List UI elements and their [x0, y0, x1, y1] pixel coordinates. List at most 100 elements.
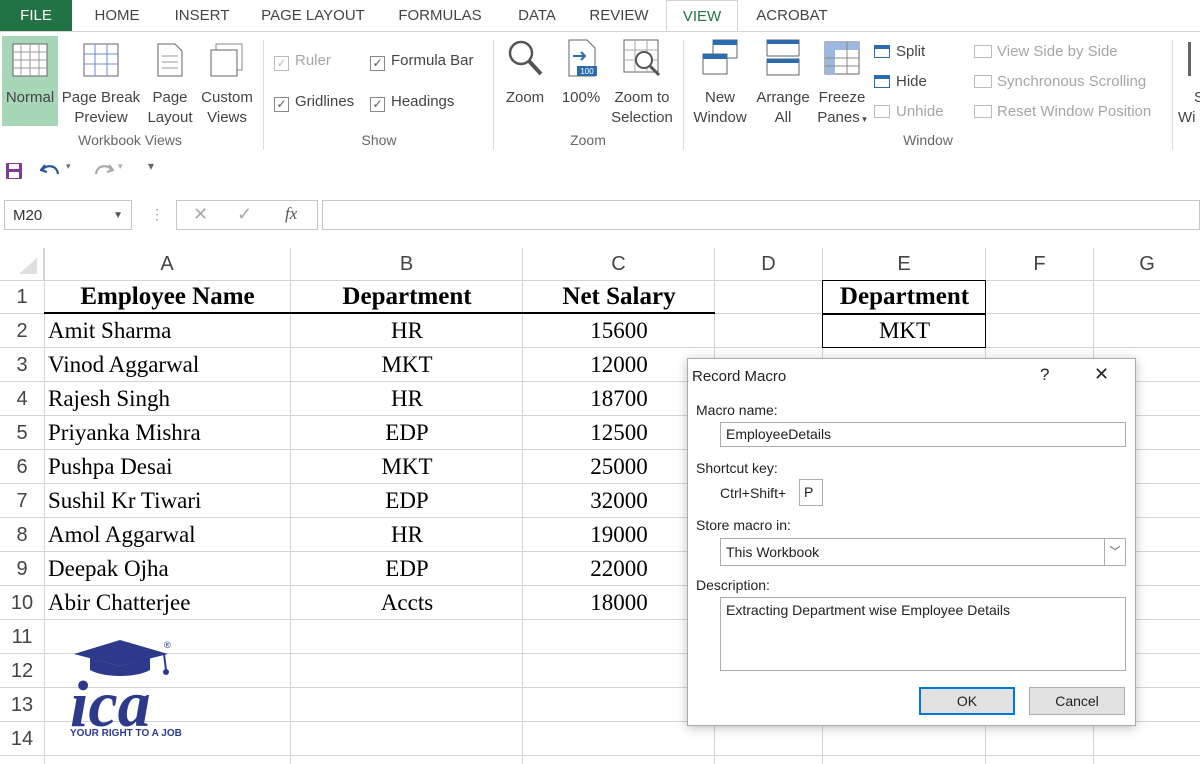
table-cell[interactable]: Amit Sharma — [48, 314, 288, 348]
help-icon[interactable]: ? — [1040, 365, 1049, 385]
table-header-cell[interactable]: Employee Name — [44, 280, 291, 314]
svg-text:ica: ica — [70, 668, 151, 732]
zoom-button[interactable]: Zoom — [500, 36, 550, 108]
page-layout-view-button[interactable]: Page Layout — [146, 36, 194, 128]
formula-input[interactable] — [322, 200, 1200, 230]
table-cell[interactable]: MKT — [291, 348, 523, 382]
row-header[interactable]: 3 — [0, 348, 44, 382]
criteria-value-cell[interactable]: MKT — [823, 314, 986, 348]
table-header-cell[interactable]: Net Salary — [523, 280, 715, 314]
tab-data[interactable]: DATA — [506, 0, 568, 32]
column-header-a[interactable]: A — [44, 248, 291, 280]
table-cell[interactable]: Sushil Kr Tiwari — [48, 484, 288, 518]
row-header[interactable]: 4 — [0, 382, 44, 416]
split-button[interactable]: Split — [874, 42, 925, 62]
tab-insert[interactable]: INSERT — [166, 0, 238, 32]
undo-dropdown-chevron-icon[interactable]: ▾ — [66, 161, 71, 172]
table-cell[interactable]: Vinod Aggarwal — [48, 348, 288, 382]
tab-page-layout[interactable]: PAGE LAYOUT — [252, 0, 374, 32]
enter-icon[interactable]: ✓ — [237, 204, 252, 225]
cancel-icon[interactable]: ✕ — [193, 204, 208, 225]
table-cell[interactable]: HR — [291, 314, 523, 348]
tab-formulas[interactable]: FORMULAS — [388, 0, 492, 32]
table-cell[interactable]: Rajesh Singh — [48, 382, 288, 416]
new-window-label-2: Window — [693, 109, 747, 126]
undo-icon[interactable] — [40, 161, 62, 181]
tab-review[interactable]: REVIEW — [582, 0, 656, 32]
freeze-panes-button[interactable]: Freeze Panes ▾ — [816, 36, 868, 129]
close-icon[interactable]: ✕ — [1094, 364, 1109, 385]
switch-windows-button[interactable]: S Wi — [1178, 36, 1200, 128]
tab-acrobat[interactable]: ACROBAT — [746, 0, 838, 32]
tab-home[interactable]: HOME — [84, 0, 150, 32]
row-header[interactable]: 10 — [0, 586, 44, 620]
table-cell[interactable]: EDP — [291, 552, 523, 586]
synchronous-scrolling-button[interactable]: Synchronous Scrolling — [974, 72, 1146, 92]
ok-button[interactable]: OK — [919, 687, 1015, 715]
table-header-cell[interactable]: Department — [291, 280, 523, 314]
redo-icon[interactable] — [92, 161, 114, 181]
row-header[interactable]: 13 — [0, 688, 44, 722]
column-header-g[interactable]: G — [1094, 248, 1200, 280]
row-header[interactable]: 11 — [0, 620, 44, 654]
table-cell[interactable]: HR — [291, 518, 523, 552]
table-cell[interactable]: EDP — [291, 484, 523, 518]
description-field[interactable]: Extracting Department wise Employee Deta… — [720, 597, 1126, 671]
insert-function-icon[interactable]: fx — [285, 204, 297, 224]
customize-toolbar-icon[interactable]: ▾ — [148, 159, 154, 173]
column-header-c[interactable]: C — [523, 248, 715, 280]
ruler-checkbox[interactable]: ✓ Ruler — [274, 51, 331, 71]
zoom-to-selection-button[interactable]: Zoom to Selection — [608, 36, 676, 128]
chevron-down-icon[interactable]: ▼ — [113, 201, 123, 231]
group-separator — [1172, 40, 1173, 150]
row-header[interactable]: 2 — [0, 314, 44, 348]
table-cell[interactable]: Pushpa Desai — [48, 450, 288, 484]
normal-view-button[interactable]: Normal — [2, 36, 58, 126]
cancel-button[interactable]: Cancel — [1029, 687, 1125, 715]
gridlines-checkbox[interactable]: ✓ Gridlines — [274, 92, 354, 112]
view-side-by-side-button[interactable]: View Side by Side — [974, 42, 1118, 62]
column-header-d[interactable]: D — [715, 248, 823, 280]
row-header[interactable]: 6 — [0, 450, 44, 484]
row-header[interactable]: 9 — [0, 552, 44, 586]
custom-views-button[interactable]: Custom Views — [198, 36, 256, 128]
column-header-e[interactable]: E — [823, 248, 986, 280]
save-icon[interactable] — [5, 162, 23, 180]
tab-file[interactable]: FILE — [0, 0, 72, 32]
row-header[interactable]: 1 — [0, 280, 44, 314]
table-cell[interactable]: Accts — [291, 586, 523, 620]
table-cell[interactable]: 15600 — [523, 314, 715, 348]
shortcut-key-field[interactable]: P — [799, 479, 823, 506]
row-header[interactable]: 7 — [0, 484, 44, 518]
reset-window-position-button[interactable]: Reset Window Position — [974, 102, 1151, 122]
row-header[interactable]: 14 — [0, 722, 44, 756]
table-cell[interactable]: Deepak Ojha — [48, 552, 288, 586]
table-cell[interactable]: HR — [291, 382, 523, 416]
select-all-corner[interactable] — [0, 248, 44, 280]
hide-button[interactable]: Hide — [874, 72, 927, 92]
row-header[interactable]: 8 — [0, 518, 44, 552]
column-header-f[interactable]: F — [986, 248, 1094, 280]
criteria-header-cell[interactable]: Department — [823, 280, 986, 314]
row-header[interactable]: 12 — [0, 654, 44, 688]
row-header[interactable]: 5 — [0, 416, 44, 450]
table-cell[interactable]: EDP — [291, 416, 523, 450]
macro-name-field[interactable]: EmployeeDetails — [720, 422, 1126, 447]
store-macro-select[interactable]: This Workbook ﹀ — [720, 538, 1126, 566]
name-box[interactable]: M20 ▼ — [4, 200, 132, 230]
table-cell[interactable]: Priyanka Mishra — [48, 416, 288, 450]
table-cell[interactable]: Amol Aggarwal — [48, 518, 288, 552]
unhide-button[interactable]: Unhide — [874, 102, 944, 122]
table-cell[interactable]: Abir Chatterjee — [48, 586, 288, 620]
arrange-all-button[interactable]: Arrange All — [752, 36, 814, 128]
page-break-preview-button[interactable]: Page Break Preview — [60, 36, 142, 128]
headings-checkbox[interactable]: ✓ Headings — [370, 92, 454, 112]
tab-view[interactable]: VIEW — [666, 0, 738, 33]
zoom-100-button[interactable]: 100 100% — [556, 36, 606, 108]
redo-dropdown-chevron-icon[interactable]: ▾ — [118, 161, 123, 172]
chevron-down-icon[interactable]: ﹀ — [1104, 539, 1125, 565]
new-window-button[interactable]: New Window — [688, 36, 752, 128]
column-header-b[interactable]: B — [291, 248, 523, 280]
table-cell[interactable]: MKT — [291, 450, 523, 484]
formula-bar-checkbox[interactable]: ✓ Formula Bar — [370, 51, 474, 71]
